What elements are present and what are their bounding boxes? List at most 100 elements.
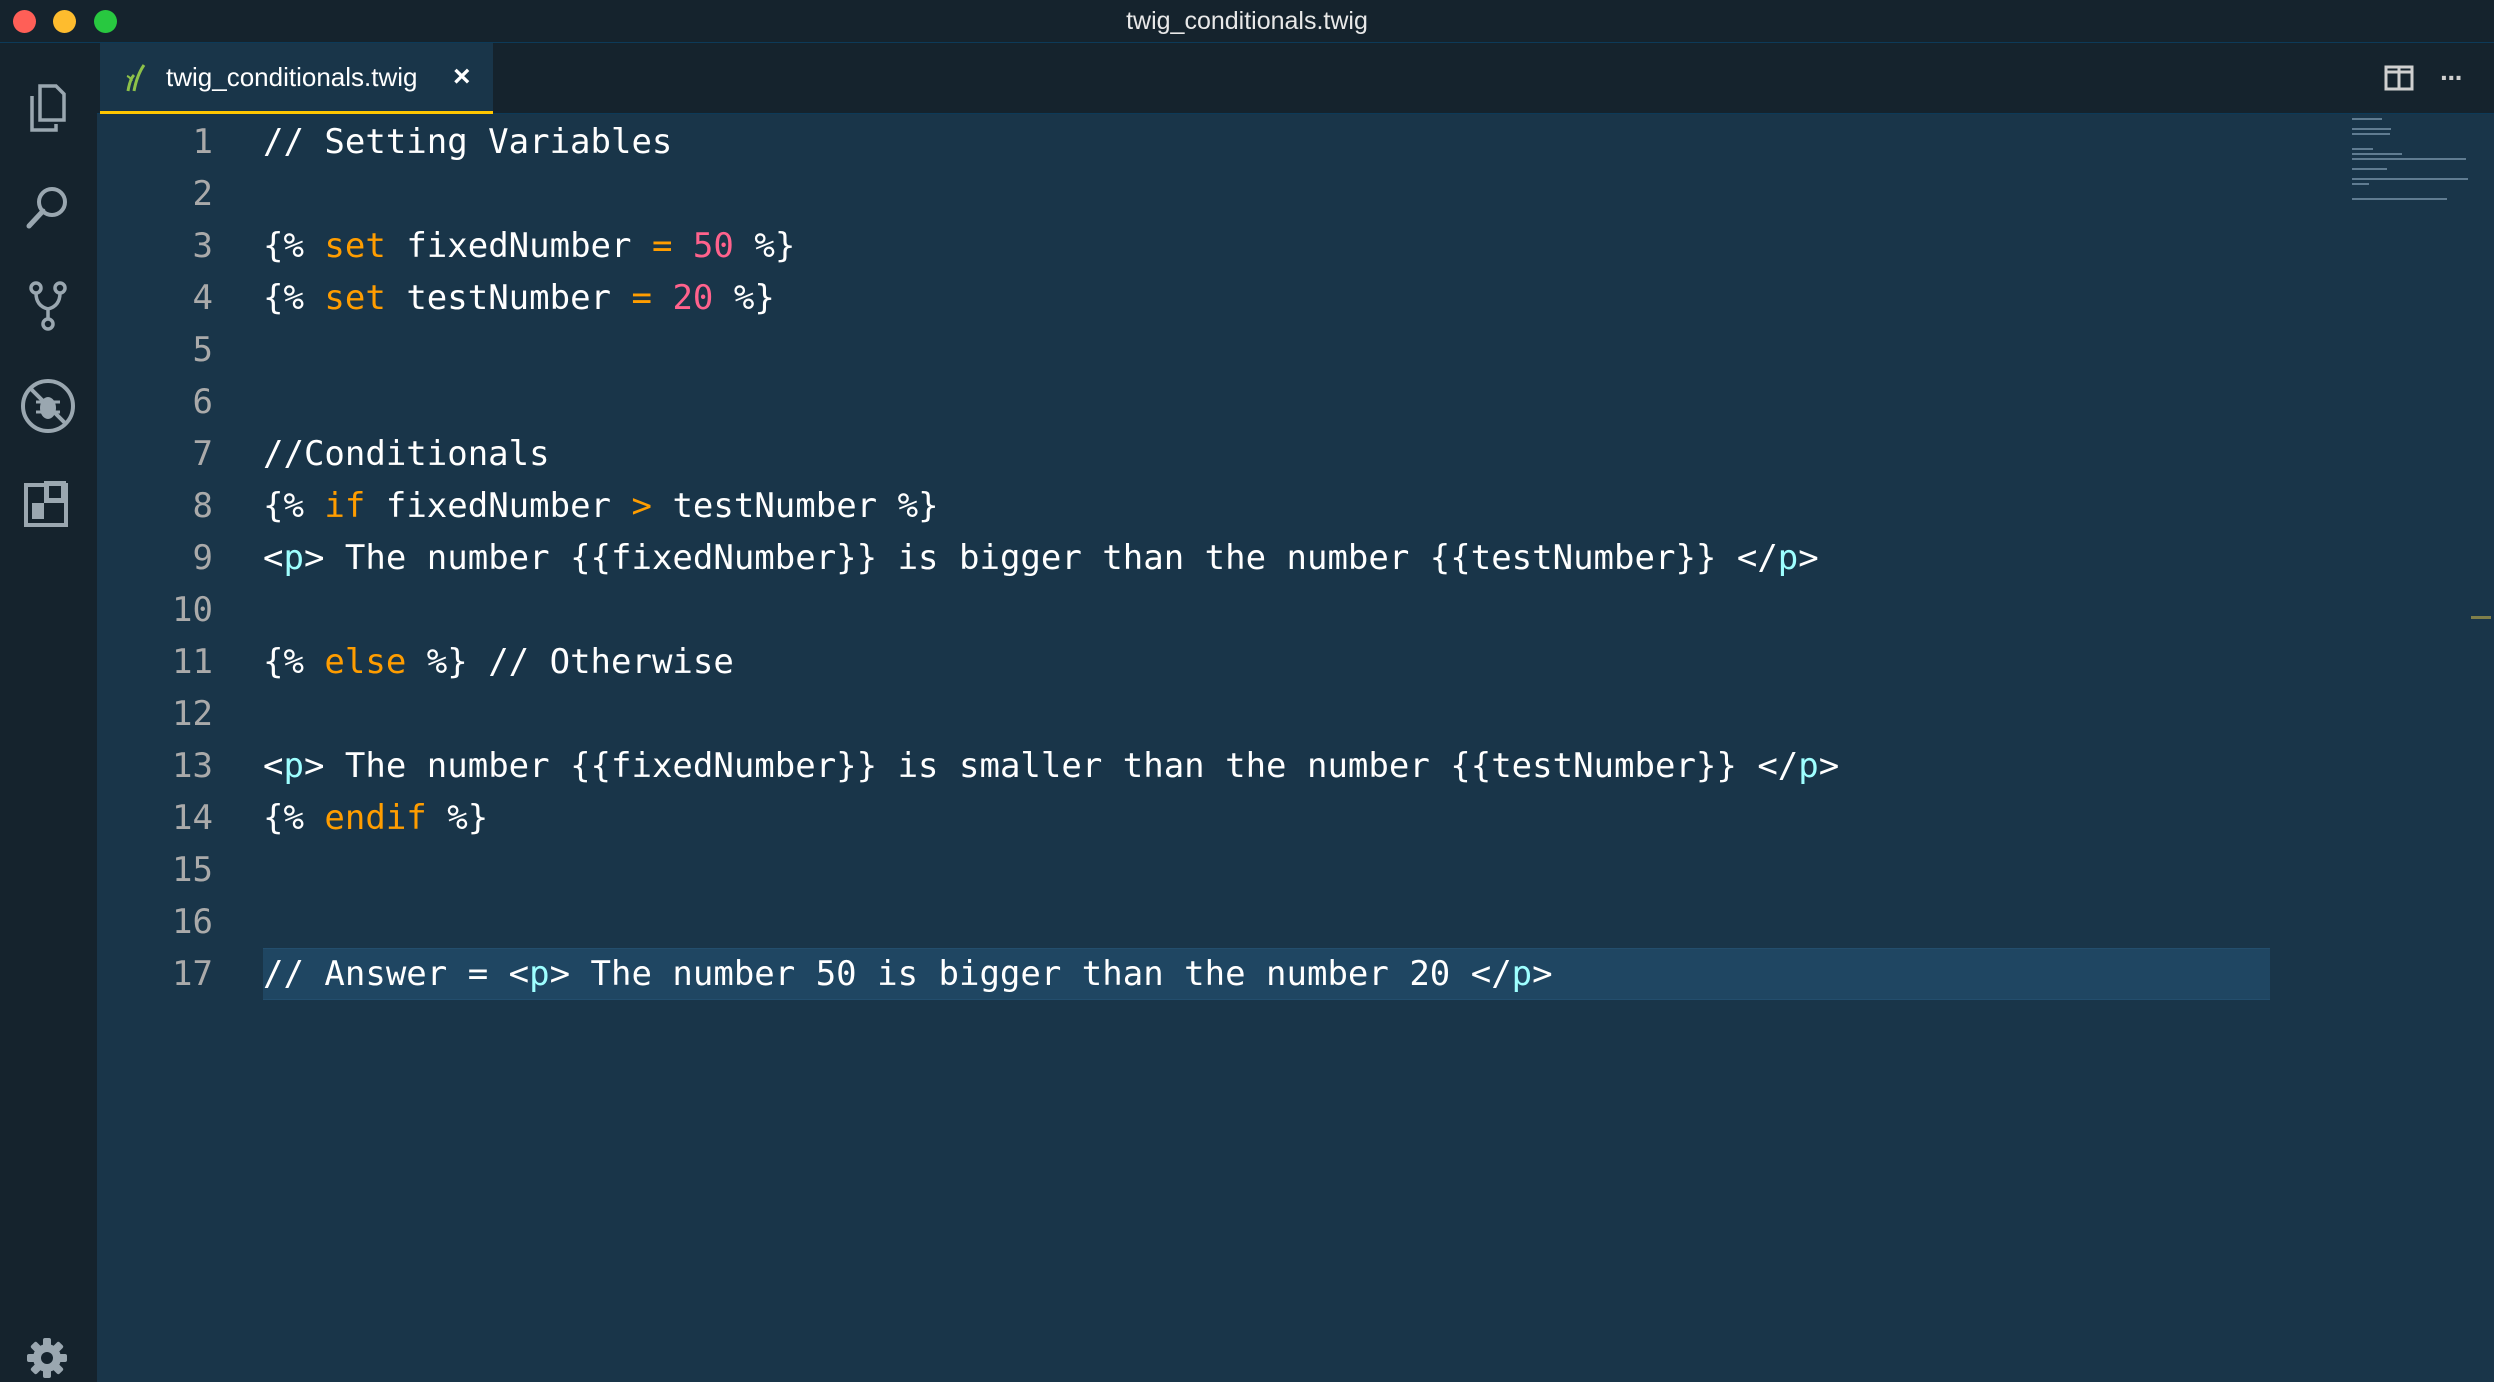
line-number: 1 — [192, 122, 213, 162]
code-token-keyword: set — [324, 226, 386, 266]
minimap-line — [2352, 133, 2390, 135]
minimap-line — [2352, 118, 2382, 120]
code-token-keyword: set — [324, 278, 386, 318]
code-token-tag: p — [1798, 746, 1819, 786]
code-line[interactable]: 1 // Setting Variables — [97, 116, 2270, 168]
code-token-plain: > — [1798, 538, 1819, 578]
line-number: 10 — [172, 590, 213, 630]
code-token-plain: {% — [263, 226, 325, 266]
code-token-plain: > The number {{fixedNumber}} is smaller … — [303, 746, 1799, 786]
gear-icon[interactable] — [25, 1336, 69, 1380]
code-line[interactable]: 7 //Conditionals — [97, 428, 2270, 480]
code-token-plain: {% — [263, 486, 325, 526]
tab-bar: twig_conditionals.twig × ··· — [97, 43, 2494, 114]
code-token-plain: testNumber %} — [651, 486, 939, 526]
code-line[interactable]: 12 — [97, 688, 2270, 740]
code-line[interactable]: 17// Answer = <p> The number 50 is bigge… — [97, 948, 2270, 1000]
code-line[interactable]: 2 — [97, 168, 2270, 220]
code-token-comment: //Conditionals — [263, 434, 550, 474]
scrollbar-marker[interactable] — [2471, 616, 2491, 619]
line-number: 8 — [192, 486, 213, 526]
code-token-plain: %} — [713, 278, 775, 318]
code-token-plain: > The number {{fixedNumber}} is bigger t… — [303, 538, 1778, 578]
line-code: {% else %} // Otherwise — [263, 636, 734, 688]
line-code: <p> The number {{fixedNumber}} is smalle… — [263, 740, 1839, 792]
code-token-plain: {% — [263, 278, 325, 318]
minimap[interactable] — [2272, 114, 2494, 1382]
code-token-plain: < — [263, 538, 284, 578]
code-token-keyword: else — [324, 642, 407, 682]
code-line[interactable]: 9 <p> The number {{fixedNumber}} is bigge… — [97, 532, 2270, 584]
line-number: 4 — [192, 278, 213, 318]
debug-icon[interactable] — [18, 376, 78, 436]
minimap-line — [2352, 178, 2468, 180]
code-token-plain: %} — [426, 798, 489, 838]
minimap-line — [2352, 168, 2387, 170]
line-code: {% set testNumber = 20 %} — [263, 272, 775, 324]
code-token-plain: testNumber — [385, 278, 632, 318]
code-token-keyword: endif — [324, 798, 427, 838]
code-line[interactable]: 3 {% set fixedNumber = 50 %} — [97, 220, 2270, 272]
explorer-icon[interactable] — [18, 78, 78, 138]
minimap-line — [2352, 198, 2447, 200]
line-number: 7 — [192, 434, 213, 474]
editor-window: twig_conditionals.twig twig_conditionals… — [0, 0, 2494, 1382]
code-line[interactable]: 8 {% if fixedNumber > testNumber %} — [97, 480, 2270, 532]
code-editor[interactable]: 1 // Setting Variables 2 3 {% set fixedNumbe… — [97, 114, 2494, 1382]
more-actions-icon[interactable]: ··· — [2440, 63, 2474, 93]
tab-twig-conditionals[interactable]: twig_conditionals.twig × — [100, 43, 493, 114]
minimap-line — [2352, 183, 2369, 185]
line-number: 9 — [192, 538, 213, 578]
code-token-plain: {% — [263, 642, 325, 682]
source-control-icon[interactable] — [18, 276, 78, 336]
line-code: //Conditionals — [263, 428, 550, 480]
line-code: {% endif %} — [263, 792, 488, 844]
activity-bar — [0, 43, 97, 1382]
twig-file-icon — [126, 64, 146, 92]
code-token-keyword: if — [324, 486, 366, 526]
code-token-operator: > — [631, 486, 652, 526]
line-number: 17 — [172, 954, 213, 994]
title-bar: twig_conditionals.twig — [0, 0, 2494, 43]
tab-close-icon[interactable]: × — [453, 43, 471, 111]
split-editor-icon[interactable] — [2384, 65, 2414, 91]
code-line[interactable]: 10 — [97, 584, 2270, 636]
line-code: // Setting Variables — [263, 116, 672, 168]
line-number: 11 — [172, 642, 213, 682]
line-number: 12 — [172, 694, 213, 734]
minimap-line — [2352, 153, 2402, 155]
code-token-tag: p — [529, 954, 550, 994]
window-title: twig_conditionals.twig — [1126, 7, 1368, 35]
code-token-tag: p — [1777, 538, 1799, 578]
code-line[interactable]: 5 — [97, 324, 2270, 376]
code-line[interactable]: 13 <p> The number {{fixedNumber}} is smal… — [97, 740, 2270, 792]
code-line[interactable]: 6 — [97, 376, 2270, 428]
line-number: 5 — [192, 330, 213, 370]
code-token-operator: = — [651, 226, 673, 266]
code-token-number: 20 — [672, 278, 714, 318]
line-number: 13 — [172, 746, 213, 786]
extensions-icon[interactable] — [18, 473, 78, 533]
code-token-tag: p — [1511, 954, 1533, 994]
minimap-line — [2352, 128, 2391, 130]
code-line[interactable]: 4 {% set testNumber = 20 %} — [97, 272, 2270, 324]
code-line[interactable]: 15 — [97, 844, 2270, 896]
line-number: 15 — [172, 850, 213, 890]
line-number: 14 — [172, 798, 213, 838]
code-token-comment: // Setting Variables — [263, 122, 673, 162]
code-token-tag: p — [283, 746, 304, 786]
code-token-plain: {% — [263, 798, 325, 838]
code-token-plain: fixedNumber — [385, 226, 652, 266]
line-number: 3 — [192, 226, 213, 266]
tab-label: twig_conditionals.twig — [166, 62, 418, 92]
code-token-tag: p — [283, 538, 304, 578]
line-code: {% set fixedNumber = 50 %} — [263, 220, 795, 272]
line-number: 16 — [172, 902, 213, 942]
code-line[interactable]: 16 — [97, 896, 2270, 948]
code-line[interactable]: 11 {% else %} // Otherwise — [97, 636, 2270, 688]
code-line[interactable]: 14 {% endif %} — [97, 792, 2270, 844]
search-icon[interactable] — [18, 178, 78, 238]
code-token-operator: = — [631, 278, 652, 318]
